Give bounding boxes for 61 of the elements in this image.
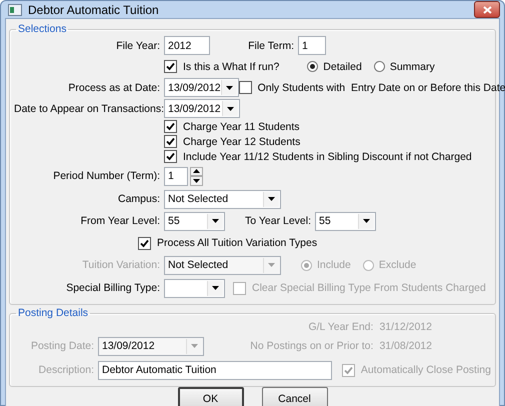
caret-icon: [268, 263, 275, 267]
field-label: From Year Level:: [80, 215, 161, 227]
checkbox-label: Charge Year 12 Students: [183, 136, 300, 148]
radio-label: Exclude: [378, 259, 416, 271]
caret-icon: [363, 219, 370, 223]
field-label: G/L Year End:: [308, 320, 374, 332]
period-field[interactable]: 1: [164, 166, 188, 186]
spin-buttons[interactable]: [190, 166, 203, 186]
field-label: File Year:: [115, 40, 161, 52]
radio-button[interactable]: [307, 61, 318, 72]
campus-dropdown[interactable]: Not Selected: [164, 190, 281, 208]
checkbox[interactable]: [164, 135, 177, 148]
checkbox-label: Process All Tuition Variation Types: [157, 237, 318, 249]
checkbox-label: Clear Special Billing Type From Students Charged: [252, 282, 486, 294]
field-label: To Year Level:: [244, 215, 312, 227]
caret-icon: [227, 106, 234, 110]
caret-icon: [212, 219, 219, 223]
field-label: Campus:: [116, 193, 161, 205]
ok-button[interactable]: OK: [178, 387, 244, 406]
radio-label: Include: [317, 259, 351, 271]
close-button[interactable]: [474, 1, 500, 18]
field-label: Description:: [38, 364, 95, 376]
caret-icon: [268, 197, 275, 201]
radio-label: Detailed: [323, 60, 362, 72]
checkbox-label: Charge Year 11 Students: [183, 120, 300, 132]
group-title: Posting Details: [17, 307, 90, 319]
field-label: Posting Date:: [30, 340, 95, 352]
date-value: 31/12/2012: [379, 320, 432, 332]
checkbox-label: Automatically Close Posting: [360, 364, 491, 376]
caret-icon: [191, 344, 198, 348]
year-level-dropdown[interactable]: 55: [315, 212, 376, 230]
checkbox[interactable]: [238, 81, 252, 94]
radio-label: Summary: [390, 60, 435, 72]
year-level-dropdown[interactable]: 55: [164, 212, 225, 230]
field-label: Special Billing Type:: [65, 282, 161, 294]
checkbox-label: Only Students with Entry Date on or Before this Date: [258, 82, 505, 94]
checkbox[interactable]: [164, 60, 177, 73]
field-label: Tuition Variation:: [81, 259, 161, 271]
window-title: Debtor Automatic Tuition: [28, 2, 160, 16]
field-label: Process as at Date:: [67, 82, 161, 94]
field-label: No Postings on or Prior to:: [250, 340, 374, 352]
checkbox-label: Include Year 11/12 Students in Sibling Discount if not Charged: [183, 150, 472, 162]
date-dropdown[interactable]: 13/09/2012: [164, 78, 239, 97]
field-label: Date to Appear on Transactions:: [14, 102, 164, 114]
checkbox[interactable]: [164, 150, 177, 163]
caret-icon: [226, 86, 233, 90]
radio-button[interactable]: [374, 61, 385, 72]
field-label: Period Number (Term):: [52, 170, 161, 182]
cancel-button[interactable]: Cancel: [262, 387, 328, 406]
checkbox-label: Is this a What If run?: [183, 60, 280, 72]
close-icon: [482, 6, 492, 14]
year-field[interactable]: 2012: [164, 36, 210, 55]
term-field[interactable]: 1: [298, 36, 326, 55]
checkbox[interactable]: [164, 120, 177, 133]
date-dropdown[interactable]: 13/09/2012: [164, 99, 240, 118]
checkbox[interactable]: [138, 236, 151, 250]
field-label: File Term:: [247, 40, 295, 52]
window-icon: [8, 4, 22, 16]
caret-icon: [212, 286, 219, 290]
group-title: Selections: [17, 23, 68, 35]
date-value: 31/08/2012: [379, 340, 432, 352]
